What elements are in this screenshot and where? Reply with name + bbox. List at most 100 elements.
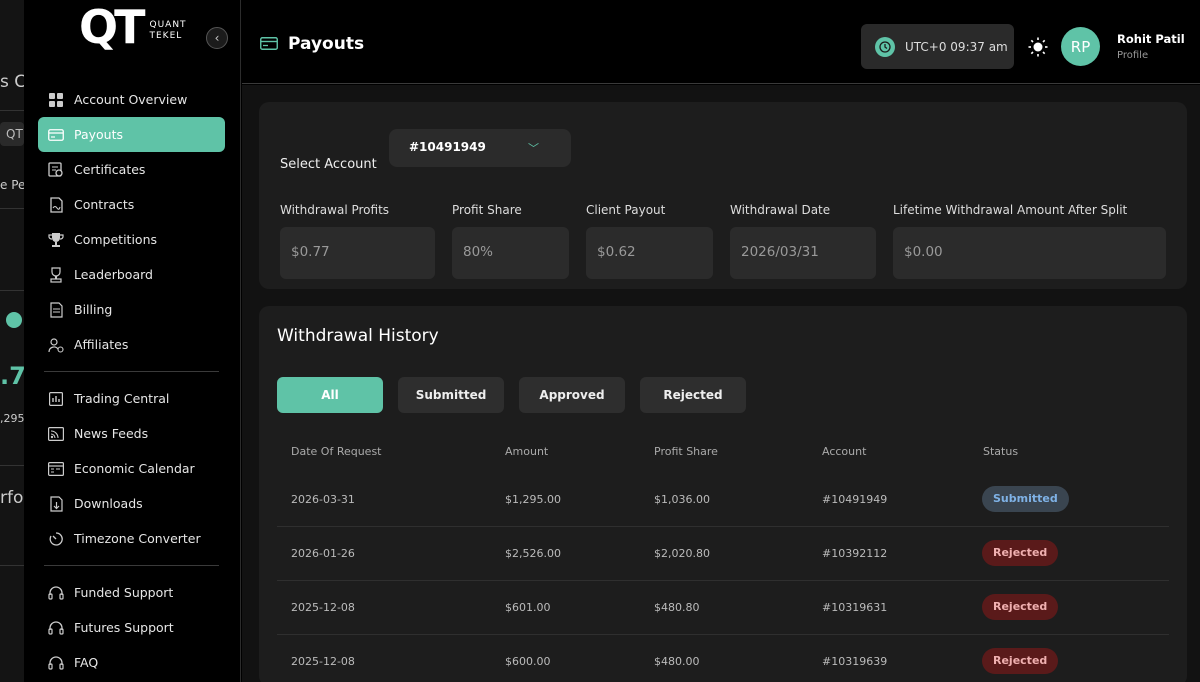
account-select-value: #10491949 <box>409 140 486 154</box>
user-name[interactable]: Rohit Patil <box>1117 32 1185 46</box>
sidebar-item-affiliates[interactable]: Affiliates <box>38 327 225 362</box>
row-account: #10319631 <box>822 601 888 614</box>
sidebar-item-trading-central[interactable]: Trading Central <box>38 381 225 416</box>
page-title: Payouts <box>288 34 365 54</box>
certificate-icon <box>48 161 64 178</box>
table-row[interactable]: 2026-01-26 $2,526.00 $2,020.80 #10392112… <box>277 527 1169 581</box>
sidebar-item-contracts[interactable]: Contracts <box>38 187 225 222</box>
sidebar-nav: Account Overview Payouts Certificates Co… <box>38 82 225 680</box>
sidebar-item-label: Contracts <box>74 197 135 212</box>
row-date: 2025-12-08 <box>291 601 355 614</box>
sidebar-collapse-button[interactable]: ‹ <box>206 27 228 49</box>
sidebar-item-timezone-converter[interactable]: Timezone Converter <box>38 521 225 556</box>
withdrawal-profits-field: $0.77 <box>280 227 435 279</box>
sidebar-item-certificates[interactable]: Certificates <box>38 152 225 187</box>
sidebar-item-label: FAQ <box>74 655 99 670</box>
background-text: e Pe <box>0 178 24 192</box>
calendar-icon <box>48 461 64 477</box>
profit-share-label: Profit Share <box>452 203 522 217</box>
sidebar-item-label: Funded Support <box>74 585 174 600</box>
table-row[interactable]: 2026-03-31 $1,295.00 $1,036.00 #10491949… <box>277 473 1169 527</box>
status-badge: Rejected <box>982 594 1059 620</box>
sidebar-item-downloads[interactable]: Downloads <box>38 486 225 521</box>
sidebar-item-competitions[interactable]: Competitions <box>38 222 225 257</box>
tab-submitted[interactable]: Submitted <box>398 377 504 413</box>
sidebar-item-label: News Feeds <box>74 426 149 441</box>
sidebar-item-funded-support[interactable]: Funded Support <box>38 575 225 610</box>
clock-icon <box>875 36 895 57</box>
sidebar-divider <box>44 371 219 372</box>
sidebar-item-label: Trading Central <box>74 391 170 406</box>
chevron-left-icon: ‹ <box>214 31 220 45</box>
column-header-profit-share: Profit Share <box>654 445 718 458</box>
row-profit-share: $480.00 <box>654 655 700 668</box>
brand-logo[interactable]: QT QUANT TEKEL <box>79 4 187 50</box>
client-payout-field: $0.62 <box>586 227 713 279</box>
status-badge: Submitted <box>982 486 1069 512</box>
sidebar-divider <box>44 565 219 566</box>
sidebar-item-economic-calendar[interactable]: Economic Calendar <box>38 451 225 486</box>
sidebar-item-news-feeds[interactable]: News Feeds <box>38 416 225 451</box>
headset-icon <box>48 620 64 636</box>
row-amount: $600.00 <box>505 655 551 668</box>
row-date: 2025-12-08 <box>291 655 355 668</box>
sidebar-item-label: Billing <box>74 302 113 317</box>
sidebar-item-futures-support[interactable]: Futures Support <box>38 610 225 645</box>
sidebar-item-label: Account Overview <box>74 92 188 107</box>
headset-icon <box>48 655 64 671</box>
background-icon <box>6 312 22 328</box>
table-row[interactable]: 2025-12-08 $601.00 $480.80 #10319631 Rej… <box>277 581 1169 635</box>
table-row[interactable]: 2025-12-08 $600.00 $480.00 #10319639 Rej… <box>277 635 1169 682</box>
profile-link[interactable]: Profile <box>1117 50 1148 61</box>
chevron-down-icon: ﹀ <box>528 142 539 155</box>
row-profit-share: $480.80 <box>654 601 700 614</box>
affiliates-icon <box>48 337 64 353</box>
row-account: #10319639 <box>822 655 888 668</box>
download-icon <box>48 495 64 512</box>
trophy-icon <box>48 232 64 248</box>
theme-toggle-sun-icon[interactable] <box>1028 37 1048 61</box>
tab-approved[interactable]: Approved <box>519 377 625 413</box>
contract-icon <box>48 196 64 213</box>
chart-icon <box>48 391 64 407</box>
billing-icon <box>48 301 64 318</box>
sidebar-item-payouts[interactable]: Payouts <box>38 117 225 152</box>
card-icon <box>48 127 64 143</box>
background-chip: QT <box>0 122 24 146</box>
rss-icon <box>48 426 64 442</box>
background-text: s C <box>0 72 24 92</box>
sidebar-item-faq[interactable]: FAQ <box>38 645 225 680</box>
lifetime-withdrawal-field: $0.00 <box>893 227 1166 279</box>
leaderboard-icon <box>48 266 64 283</box>
status-badge: Rejected <box>982 540 1059 566</box>
withdrawal-date-field: 2026/03/31 <box>730 227 876 279</box>
row-amount: $1,295.00 <box>505 493 561 506</box>
sidebar-item-leaderboard[interactable]: Leaderboard <box>38 257 225 292</box>
section-title: Withdrawal History <box>277 326 439 346</box>
lifetime-withdrawal-label: Lifetime Withdrawal Amount After Split <box>893 203 1128 217</box>
sidebar-item-label: Leaderboard <box>74 267 153 282</box>
column-header-account: Account <box>822 445 867 458</box>
row-date: 2026-03-31 <box>291 493 355 506</box>
clock-display[interactable]: UTC+0 09:37 am <box>861 24 1014 69</box>
tab-all[interactable]: All <box>277 377 383 413</box>
withdrawal-profits-label: Withdrawal Profits <box>280 203 390 217</box>
card-icon <box>260 35 278 54</box>
account-select[interactable]: #10491949 ﹀ <box>389 129 571 167</box>
column-header-amount: Amount <box>505 445 549 458</box>
avatar[interactable]: RP <box>1061 27 1100 66</box>
sidebar-item-label: Affiliates <box>74 337 129 352</box>
logo-mark: QT <box>79 0 146 54</box>
clock-text: UTC+0 09:37 am <box>905 39 1008 54</box>
row-amount: $2,526.00 <box>505 547 561 560</box>
sidebar-item-account-overview[interactable]: Account Overview <box>38 82 225 117</box>
main-content: Select Account #10491949 ﹀ Withdrawal Pr… <box>242 85 1200 682</box>
row-profit-share: $1,036.00 <box>654 493 710 506</box>
tab-rejected[interactable]: Rejected <box>640 377 746 413</box>
client-payout-label: Client Payout <box>586 203 666 217</box>
sidebar: QT QUANT TEKEL Account Overview Payouts … <box>24 0 241 682</box>
sidebar-item-billing[interactable]: Billing <box>38 292 225 327</box>
status-badge: Rejected <box>982 648 1059 674</box>
top-header: Payouts UTC+0 09:37 am RP Rohit Patil Pr… <box>242 0 1200 84</box>
select-account-label: Select Account <box>280 157 377 172</box>
